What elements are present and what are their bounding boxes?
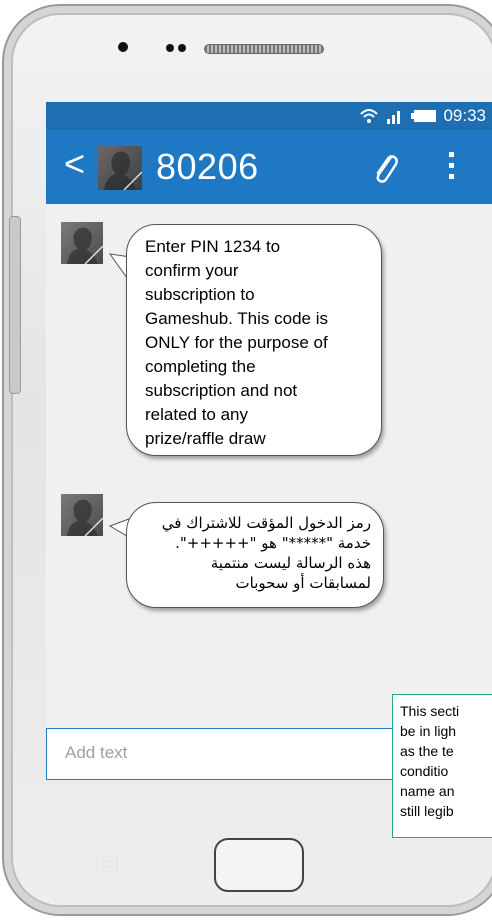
note-line: as the te [400,743,454,759]
sensor-icon [166,44,174,52]
paperclip-icon[interactable] [372,152,398,184]
message-line: prize/raffle draw [145,429,266,448]
sender-avatar[interactable] [61,494,104,537]
message-line: خدمة "*****" هو "+++++". [175,534,371,552]
home-button[interactable] [214,838,304,892]
note-line: conditio [400,763,449,779]
person-silhouette-icon [104,151,143,191]
message-line: related to any [145,405,249,424]
overflow-menu-icon[interactable] [446,150,456,182]
menu-softkey-icon[interactable] [96,856,118,872]
message-line: confirm your [145,261,239,280]
status-bar: 09:33 [46,102,492,130]
contact-name: 80206 [156,146,259,187]
annotation-note: This secti be in ligh as the te conditio… [392,694,492,838]
front-camera-icon [118,42,128,52]
earpiece-speaker [204,44,324,54]
app-bar: < 80206 [46,130,492,204]
message-line: subscription and not [145,381,298,400]
battery-icon [411,110,437,122]
note-line: still legib [400,803,454,819]
sender-avatar[interactable] [61,222,104,265]
message-input[interactable] [63,737,367,769]
message-line: Enter PIN 1234 to [145,237,281,256]
volume-button[interactable] [9,216,21,394]
message-line: subscription to [145,285,255,304]
message-line: رمز الدخول المؤقت للاشتراك في [161,514,371,532]
message-line: هذه الرسالة ليست منتمية [210,554,371,572]
message-bubble-1[interactable]: Enter PIN 1234 to confirm your subscript… [126,224,382,456]
message-line: completing the [145,357,256,376]
note-line: be in ligh [400,723,457,739]
note-line: name an [400,783,455,799]
message-line: Gameshub. This code is [145,309,328,328]
person-silhouette-icon [67,499,104,537]
wifi-icon [360,109,379,123]
contact-avatar[interactable] [98,146,143,191]
sensor-icon [178,44,186,52]
back-button[interactable]: < [64,144,85,184]
message-line: ONLY for the purpose of [145,333,328,352]
message-line: لمسابقات أو سحوبات [235,574,371,592]
note-line: This secti [400,703,460,719]
signal-icon [387,111,401,124]
screen: 09:33 < 80206 Enter PIN 1234 to confirm … [46,102,492,780]
status-time: 09:33 [443,106,486,125]
person-silhouette-icon [67,227,104,265]
message-bubble-2[interactable]: رمز الدخول المؤقت للاشتراك في خدمة "****… [126,502,384,608]
